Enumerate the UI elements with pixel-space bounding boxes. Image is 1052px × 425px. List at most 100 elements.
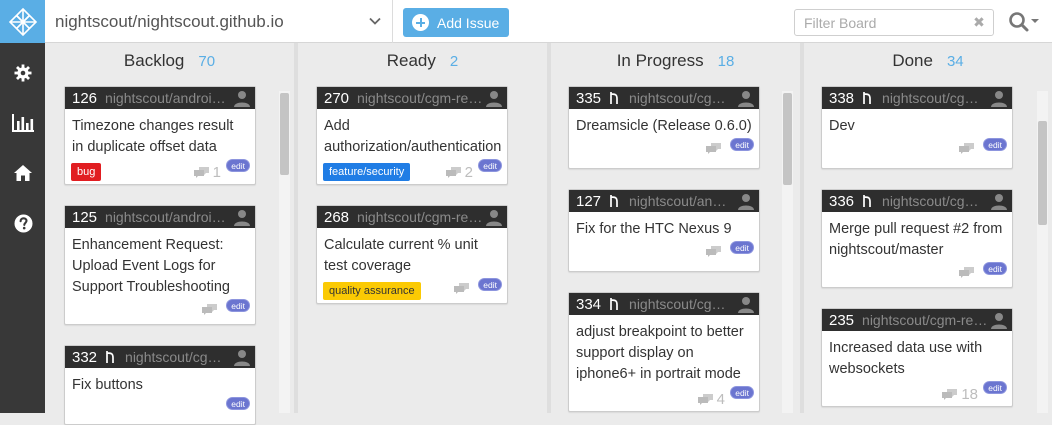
issue-repo: nightscout/android-uploader: [105, 209, 232, 225]
issue-card[interactable]: 338 nightscout/cgm-remote-monitor Dev ed…: [821, 86, 1013, 169]
home-icon: [14, 165, 32, 181]
column-title: In Progress: [616, 51, 704, 70]
column-count: 2: [449, 52, 459, 70]
issue-number: 235: [829, 311, 855, 329]
huboard-logo[interactable]: [0, 0, 45, 43]
issue-label[interactable]: quality assurance: [323, 282, 421, 300]
filter-board-input[interactable]: [794, 9, 994, 36]
edit-button[interactable]: edit: [730, 138, 754, 151]
add-issue-label: Add Issue: [437, 14, 500, 31]
avatar-icon[interactable]: [233, 89, 251, 107]
issue-title[interactable]: Fix for the HTC Nexus 9: [569, 212, 759, 240]
issue-title[interactable]: Add authorization/authentication: [317, 109, 507, 158]
comments-icon: [706, 246, 721, 257]
issue-number: 334: [576, 295, 602, 313]
comment-count: 2: [445, 164, 473, 181]
scrollbar-thumb[interactable]: [280, 93, 289, 175]
column-ready: Ready 2 270 nightscout/cgm-remote-monito…: [298, 43, 547, 413]
issue-card[interactable]: 334 nightscout/cgm-remote-monitor adjust…: [568, 292, 760, 412]
issue-number: 268: [324, 208, 350, 226]
avatar-icon[interactable]: [990, 311, 1008, 329]
issue-card[interactable]: 268 nightscout/cgm-remote-monitor Calcul…: [316, 205, 508, 304]
issue-card[interactable]: 127 nightscout/android-uploader Fix for …: [568, 189, 760, 272]
issue-number: 332: [72, 348, 98, 366]
search-icon: [1009, 12, 1039, 32]
avatar-icon[interactable]: [737, 192, 755, 210]
edit-button[interactable]: edit: [983, 262, 1007, 275]
issue-repo: nightscout/cgm-remote-monitor: [629, 90, 733, 106]
avatar-icon[interactable]: [990, 89, 1008, 107]
repo-selector[interactable]: nightscout/nightscout.github.io: [45, 0, 393, 43]
logo-icon: [8, 7, 37, 36]
edit-button[interactable]: edit: [983, 381, 1007, 394]
edit-button[interactable]: edit: [226, 397, 250, 410]
avatar-icon[interactable]: [737, 295, 755, 313]
comment-count: 1: [193, 164, 221, 181]
issue-number: 126: [72, 89, 98, 107]
issue-card[interactable]: 335 nightscout/cgm-remote-monitor Dreams…: [568, 86, 760, 169]
comments-icon: [942, 388, 958, 400]
help-button[interactable]: [12, 212, 34, 234]
issue-card[interactable]: 332 nightscout/cgm-remote-monitor Fix bu…: [64, 345, 256, 425]
issue-card[interactable]: 235 nightscout/cgm-remote-monitor Increa…: [821, 308, 1013, 407]
settings-button[interactable]: [12, 62, 34, 84]
search-button[interactable]: [1007, 10, 1043, 34]
issue-title[interactable]: Enhancement Request: Upload Event Logs f…: [65, 228, 255, 298]
scrollbar-thumb[interactable]: [1038, 121, 1047, 225]
issue-title[interactable]: Fix buttons: [65, 368, 255, 396]
clear-filter-icon[interactable]: ✖: [972, 13, 986, 31]
avatar-icon[interactable]: [233, 348, 251, 366]
column-scrollbar[interactable]: [782, 91, 793, 413]
issue-title[interactable]: Dev: [822, 109, 1012, 137]
avatar-icon[interactable]: [737, 89, 755, 107]
issue-title[interactable]: Calculate current % unit test coverage: [317, 228, 507, 277]
column-header: In Progress 18: [551, 43, 800, 79]
issue-title[interactable]: Increased data use with websockets: [822, 331, 1012, 380]
comments-icon: [706, 143, 721, 154]
issue-card[interactable]: 336 nightscout/cgm-remote-monitor Merge …: [821, 189, 1013, 288]
issue-card[interactable]: 270 nightscout/cgm-remote-monitor Add au…: [316, 86, 508, 185]
comments-icon: [454, 283, 469, 294]
comment-count-value: 2: [464, 164, 473, 181]
issue-label[interactable]: bug: [71, 163, 102, 181]
edit-button[interactable]: edit: [226, 159, 250, 172]
edit-button[interactable]: edit: [730, 386, 754, 399]
issue-repo: nightscout/cgm-remote-monitor: [357, 90, 483, 106]
column-header: Backlog 70: [45, 43, 294, 79]
comment-count-value: 1: [212, 164, 221, 181]
issue-repo: nightscout/android-uploader: [105, 90, 232, 106]
issue-title[interactable]: Timezone changes result in duplicate off…: [65, 109, 255, 158]
avatar-icon[interactable]: [485, 89, 503, 107]
comments-icon: [697, 393, 713, 405]
home-button[interactable]: [12, 162, 34, 184]
edit-button[interactable]: edit: [478, 278, 502, 291]
edit-button[interactable]: edit: [478, 159, 502, 172]
issue-title[interactable]: Dreamsicle (Release 0.6.0): [569, 109, 759, 137]
issue-title[interactable]: adjust breakpoint to better support disp…: [569, 315, 759, 385]
issue-card[interactable]: 126 nightscout/android-uploader Timezone…: [64, 86, 256, 185]
comment-count: [202, 304, 221, 316]
issue-repo: nightscout/cgm-remote-monitor: [882, 90, 986, 106]
issue-repo: nightscout/cgm-remote-monitor: [357, 209, 483, 225]
avatar-icon[interactable]: [485, 208, 503, 226]
avatar-icon[interactable]: [233, 208, 251, 226]
issue-number: 336: [829, 192, 855, 210]
column-scrollbar[interactable]: [1037, 91, 1048, 413]
plus-icon: [412, 14, 429, 31]
scrollbar-thumb[interactable]: [783, 93, 792, 185]
column-header: Ready 2: [298, 43, 547, 79]
issue-card[interactable]: 125 nightscout/android-uploader Enhancem…: [64, 205, 256, 325]
column-scrollbar[interactable]: [279, 91, 290, 413]
comments-icon: [193, 166, 209, 178]
column-count: 18: [717, 52, 735, 70]
avatar-icon[interactable]: [990, 192, 1008, 210]
column-done: Done 34 338 nightscout/cgm-remote-monito…: [804, 43, 1052, 413]
add-issue-button[interactable]: Add Issue: [403, 8, 509, 37]
metrics-button[interactable]: [12, 112, 34, 134]
issue-title[interactable]: Merge pull request #2 from nightscout/ma…: [822, 212, 1012, 261]
issue-label[interactable]: feature/security: [323, 163, 411, 181]
column-header: Done 34: [804, 43, 1052, 79]
edit-button[interactable]: edit: [730, 241, 754, 254]
edit-button[interactable]: edit: [983, 138, 1007, 151]
edit-button[interactable]: edit: [226, 299, 250, 312]
